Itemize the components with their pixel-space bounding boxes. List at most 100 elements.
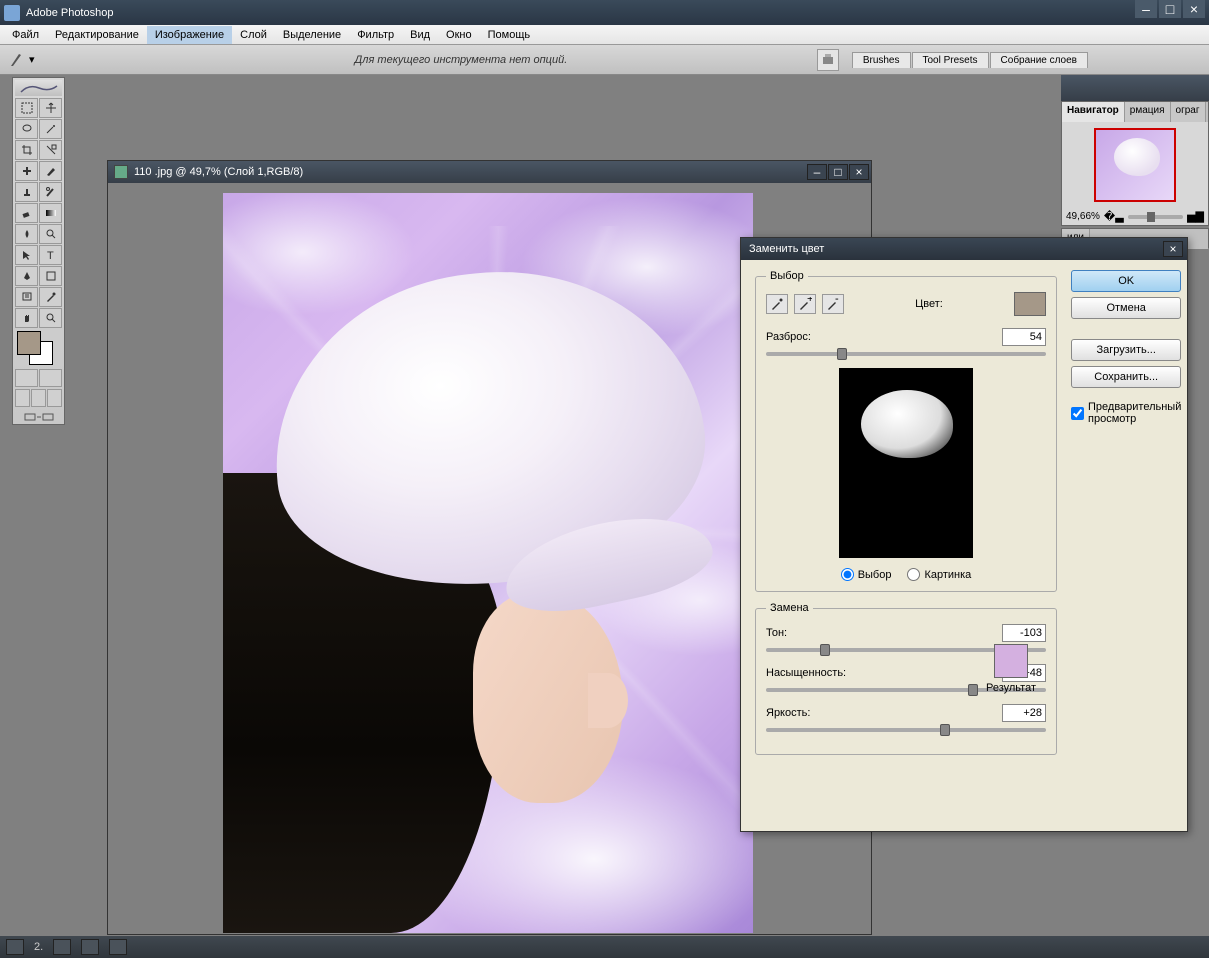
zoom-out-icon[interactable]: �▃ [1104, 210, 1124, 223]
load-button[interactable]: Загрузить... [1071, 339, 1181, 361]
zoom-in-icon[interactable]: ▅▇ [1187, 210, 1204, 223]
lightness-slider[interactable] [766, 728, 1046, 732]
tool-eraser[interactable] [15, 203, 38, 223]
menu-window[interactable]: Окно [438, 26, 480, 44]
screen-mode-buttons [15, 389, 62, 407]
result-color-swatch[interactable] [994, 644, 1028, 678]
tool-marquee[interactable] [15, 98, 38, 118]
status-icon-1[interactable] [6, 939, 24, 955]
tool-blur[interactable] [15, 224, 38, 244]
quickmask-mode-button[interactable] [39, 369, 62, 387]
app-titlebar: Adobe Photoshop – □ × [0, 0, 1209, 25]
workspace: T 110 .jpg @ 49,7% (Слой 1,RGB/8) – □ [0, 75, 1209, 936]
foreground-color-swatch[interactable] [17, 331, 41, 355]
tool-path-select[interactable] [15, 245, 38, 265]
tool-wand[interactable] [39, 119, 62, 139]
tool-crop[interactable] [15, 140, 38, 160]
tool-stamp[interactable] [15, 182, 38, 202]
tool-hand[interactable] [15, 308, 38, 328]
tool-slice[interactable] [39, 140, 62, 160]
status-icon-3[interactable] [81, 939, 99, 955]
navigator-zoom-value[interactable]: 49,66% [1066, 211, 1100, 222]
window-close-button[interactable]: × [1183, 0, 1205, 18]
menu-help[interactable]: Помощь [480, 26, 539, 44]
jump-to-imageready-button[interactable] [15, 411, 62, 422]
tool-brush[interactable] [39, 161, 62, 181]
dialog-title: Заменить цвет [749, 243, 824, 255]
tool-gradient[interactable] [39, 203, 62, 223]
screen-standard-button[interactable] [15, 389, 30, 407]
tool-healing-brush[interactable] [15, 161, 38, 181]
eyedropper-button[interactable] [766, 294, 788, 314]
svg-text:T: T [47, 250, 54, 261]
hue-input[interactable] [1002, 624, 1046, 642]
tab-histogram[interactable]: ограг [1171, 102, 1206, 122]
menu-filter[interactable]: Фильтр [349, 26, 402, 44]
fuzziness-slider[interactable] [766, 352, 1046, 356]
screen-fullmenu-button[interactable] [31, 389, 46, 407]
standard-mode-button[interactable] [15, 369, 38, 387]
tool-notes[interactable] [15, 287, 38, 307]
window-minimize-button[interactable]: – [1135, 0, 1157, 18]
dialog-close-button[interactable]: × [1163, 241, 1183, 257]
selection-legend: Выбор [766, 270, 808, 282]
fuzziness-input[interactable] [1002, 328, 1046, 346]
options-bar: ▾ Для текущего инструмента нет опций. Br… [0, 45, 1209, 75]
svg-text:+: + [807, 297, 812, 305]
preview-checkbox[interactable]: Предварительный просмотр [1071, 401, 1181, 425]
lightness-input[interactable] [1002, 704, 1046, 722]
navigator-thumbnail[interactable] [1094, 128, 1176, 202]
radio-selection[interactable]: Выбор [841, 568, 892, 581]
tool-lasso[interactable] [15, 119, 38, 139]
dock-tab-layers-set[interactable]: Собрание слоев [990, 52, 1088, 68]
document-icon [114, 165, 128, 179]
color-swatches [15, 331, 63, 365]
document-canvas[interactable] [223, 193, 753, 933]
status-icon-2[interactable] [53, 939, 71, 955]
tab-info[interactable]: рмация [1125, 102, 1171, 122]
navigator-zoom-slider[interactable] [1128, 215, 1183, 219]
status-icon-4[interactable] [109, 939, 127, 955]
tool-shape[interactable] [39, 266, 62, 286]
doc-close-button[interactable]: × [849, 164, 869, 180]
window-maximize-button[interactable]: □ [1159, 0, 1181, 18]
file-browser-icon[interactable] [817, 49, 839, 71]
menu-select[interactable]: Выделение [275, 26, 349, 44]
menu-edit[interactable]: Редактирование [47, 26, 147, 44]
selection-color-swatch[interactable] [1014, 292, 1046, 316]
dock-tab-tool-presets[interactable]: Tool Presets [912, 52, 989, 68]
eyedropper-add-button[interactable]: + [794, 294, 816, 314]
document-title: 110 .jpg @ 49,7% (Слой 1,RGB/8) [134, 166, 303, 178]
menu-file[interactable]: Файл [4, 26, 47, 44]
cancel-button[interactable]: Отмена [1071, 297, 1181, 319]
tool-zoom[interactable] [39, 308, 62, 328]
save-button[interactable]: Сохранить... [1071, 366, 1181, 388]
dialog-titlebar[interactable]: Заменить цвет × [741, 238, 1187, 260]
tool-dodge[interactable] [39, 224, 62, 244]
app-logo-icon [4, 5, 20, 21]
tool-type[interactable]: T [39, 245, 62, 265]
dock-tab-brushes[interactable]: Brushes [852, 52, 911, 68]
svg-text:-: - [835, 297, 839, 305]
tab-navigator[interactable]: Навигатор [1062, 102, 1125, 122]
menu-image[interactable]: Изображение [147, 26, 232, 44]
radio-image[interactable]: Картинка [907, 568, 971, 581]
current-tool-icon[interactable] [8, 51, 26, 69]
canvas-nose [588, 673, 628, 728]
tool-history-brush[interactable] [39, 182, 62, 202]
toolbox-header-icon[interactable] [15, 80, 62, 96]
menu-view[interactable]: Вид [402, 26, 438, 44]
selection-preview[interactable] [839, 368, 973, 558]
document-titlebar[interactable]: 110 .jpg @ 49,7% (Слой 1,RGB/8) – □ × [108, 161, 871, 183]
toolbox: T [12, 77, 65, 425]
screen-full-button[interactable] [47, 389, 62, 407]
doc-maximize-button[interactable]: □ [828, 164, 848, 180]
eyedropper-subtract-button[interactable]: - [822, 294, 844, 314]
doc-minimize-button[interactable]: – [807, 164, 827, 180]
tool-move[interactable] [39, 98, 62, 118]
menu-layer[interactable]: Слой [232, 26, 275, 44]
tool-eyedropper[interactable] [39, 287, 62, 307]
palette-well: Brushes Tool Presets Собрание слоев [852, 52, 1089, 68]
tool-pen[interactable] [15, 266, 38, 286]
ok-button[interactable]: OK [1071, 270, 1181, 292]
